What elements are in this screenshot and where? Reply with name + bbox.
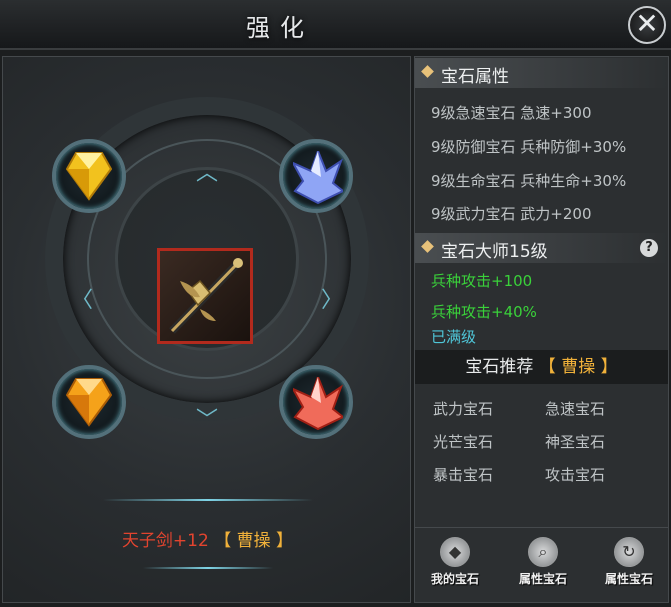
master-bonus-line: 兵种攻击+100 [431,272,533,290]
my-gems-label: 我的宝石 [430,572,479,586]
blue-crystal-icon [293,151,343,205]
up-arrow-icon: ︿ [196,161,219,186]
gem-recommend-header: 宝石推荐 【 曹操 】 [415,350,668,384]
gem-attributes-title: 宝石属性 [441,67,509,87]
gem-master-header: 宝石大师15级 ? [415,233,668,263]
gem-master-title: 宝石大师15级 [441,242,548,262]
gem-slot-top-right[interactable] [279,139,353,213]
recommended-gem[interactable]: 光芒宝石 [433,431,493,452]
recommended-gem[interactable]: 暴击宝石 [433,464,493,485]
recommended-gem[interactable]: 武力宝石 [433,398,493,419]
attribute-gem-refresh-button[interactable]: ↻ 属性宝石 [591,537,667,599]
glow-divider-top [103,499,313,501]
attribute-gem-label: 属性宝石 [604,572,653,586]
right-arrow-icon: 〉 [321,288,344,313]
yellow-gem-icon [66,152,112,201]
glow-divider-bottom [143,567,273,569]
divider [415,527,668,528]
weapon-owner: 【 曹操 】 [214,531,294,551]
enhance-panel: ︿ ﹀ 〈 〉 天子剑+12 【 曹操 】 [2,56,411,603]
diamond-bullet-icon [421,65,434,78]
gem-slot-bottom-left[interactable] [52,365,126,439]
recommended-gem[interactable]: 攻击宝石 [545,464,605,485]
attribute-line: 9级生命宝石 兵种生命+30% [431,172,627,190]
gem-attributes-header: 宝石属性 [415,58,668,88]
info-panel: 宝石属性 9级急速宝石 急速+300 9级防御宝石 兵种防御+30% 9级生命宝… [414,56,669,603]
close-icon[interactable]: ✕ [628,6,666,44]
help-icon[interactable]: ? [640,239,658,257]
recommend-hero: 【 曹操 】 [538,357,618,377]
sword-icon [169,258,243,334]
left-arrow-icon: 〈 [71,288,94,313]
weapon-slot[interactable] [157,248,253,344]
attribute-line: 9级急速宝石 急速+300 [431,104,592,122]
gem-bag-icon: ◆ [440,537,470,567]
orange-gem-icon [66,378,112,427]
attribute-line: 9级防御宝石 兵种防御+30% [431,138,627,156]
page-title: 强化 [246,14,314,42]
attribute-gem-label: 属性宝石 [518,572,567,586]
gem-slot-bottom-right[interactable] [279,365,353,439]
gem-recommend-title: 宝石推荐 [465,357,534,377]
diamond-bullet-icon [421,240,434,253]
recommended-gem[interactable]: 急速宝石 [545,398,605,419]
weapon-name: 天子剑+12 [121,531,209,551]
recommended-gem[interactable]: 神圣宝石 [545,431,605,452]
attribute-gem-search-button[interactable]: ⌕ 属性宝石 [505,537,581,599]
master-status: 已满级 [431,328,477,346]
attribute-line: 9级武力宝石 武力+200 [431,205,592,223]
weapon-title: 天子剑+12 【 曹操 】 [3,526,412,551]
magnifier-icon: ⌕ [528,537,558,567]
my-gems-button[interactable]: ◆ 我的宝石 [417,537,493,599]
red-crystal-icon [293,377,343,431]
master-bonus-line: 兵种攻击+40% [431,303,537,321]
down-arrow-icon: ﹀ [196,408,219,433]
title-bar: 强化 ✕ [0,0,671,50]
refresh-icon: ↻ [614,537,644,567]
gem-slot-top-left[interactable] [52,139,126,213]
